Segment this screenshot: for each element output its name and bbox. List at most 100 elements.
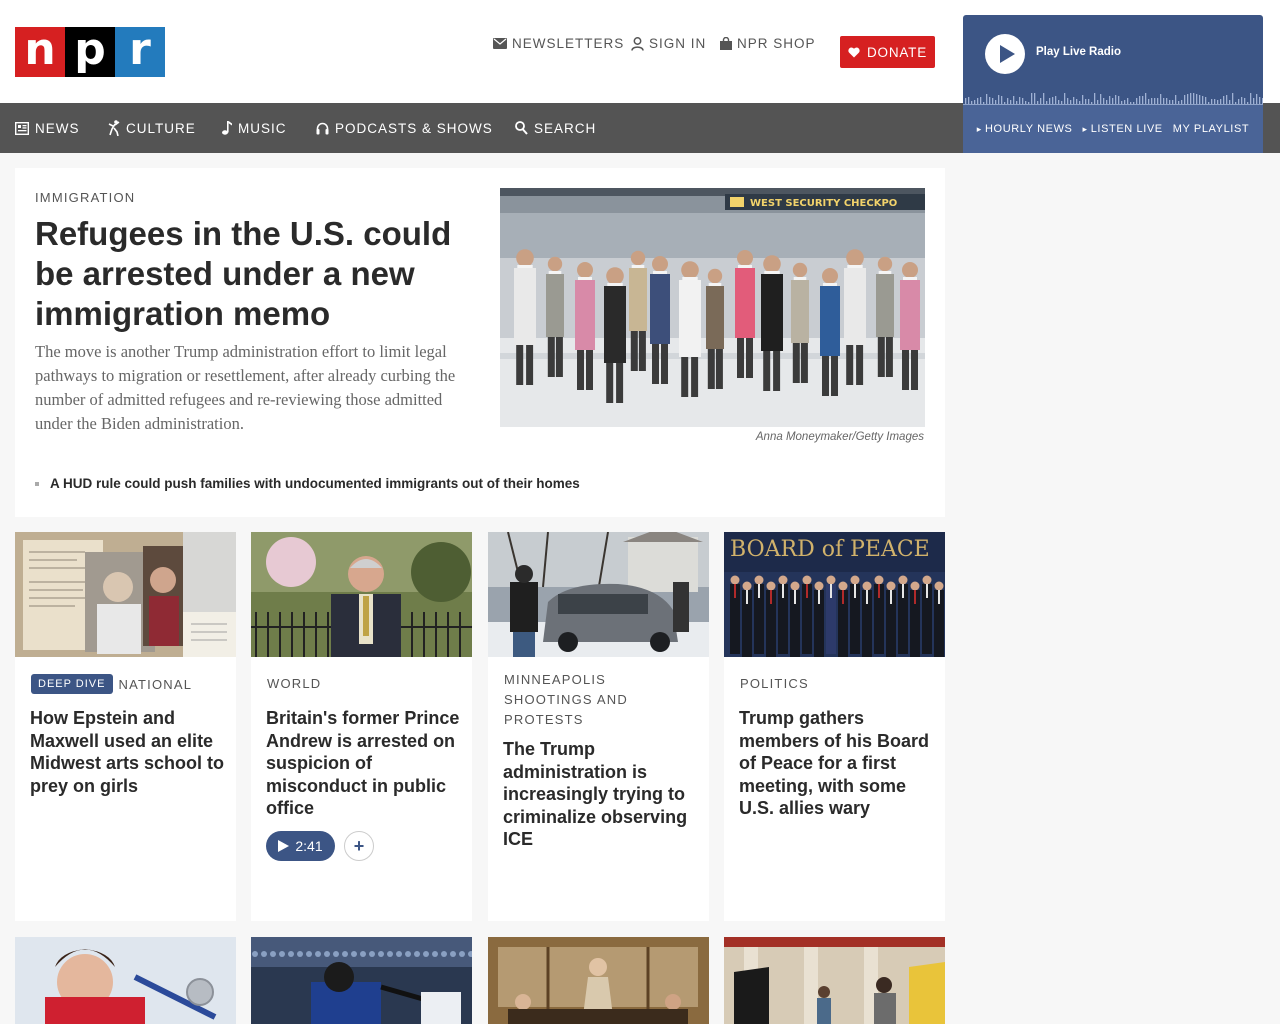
wave-bar	[977, 98, 979, 104]
person-leg	[681, 357, 689, 397]
nav-news[interactable]: NEWS	[15, 103, 80, 153]
person-head	[763, 255, 781, 273]
person-body	[604, 286, 626, 363]
person-head	[822, 268, 838, 284]
figure-tie	[878, 584, 880, 598]
audio-waveform	[963, 93, 1263, 105]
figure-tie	[782, 584, 784, 598]
wave-bar	[968, 97, 970, 104]
wave-bar	[971, 101, 973, 104]
wave-bar	[1250, 93, 1252, 104]
story-kicker[interactable]: WORLD	[267, 676, 321, 691]
wave-bar	[989, 97, 991, 104]
feature-kicker[interactable]: IMMIGRATION	[35, 190, 135, 205]
story-card[interactable]	[488, 937, 709, 1024]
wave-bar	[1169, 100, 1171, 104]
nav-search[interactable]: SEARCH	[515, 103, 596, 153]
sign-in-link[interactable]: SIGN IN	[631, 36, 706, 51]
person-body	[820, 286, 840, 356]
figure-tie	[938, 590, 940, 604]
hourly-news-link[interactable]: HOURLY NEWS	[977, 123, 1073, 135]
skater-medal-image	[15, 937, 236, 1024]
person-head	[606, 267, 624, 285]
wave-bar	[1238, 99, 1240, 104]
person-leg	[707, 349, 715, 389]
crowd-dot	[252, 951, 258, 957]
wave-bar	[1148, 99, 1150, 104]
crowd-dot	[279, 951, 285, 957]
person-leg	[555, 337, 563, 377]
story-headline[interactable]: The Trump administration is increasingly…	[503, 738, 698, 851]
wave-bar	[1130, 102, 1132, 104]
wave-bar	[1016, 101, 1018, 104]
person-body	[900, 280, 920, 350]
npr-shop-link[interactable]: NPR SHOP	[720, 36, 816, 51]
story-headline[interactable]: How Epstein and Maxwell used an elite Mi…	[30, 707, 225, 797]
story-card[interactable]	[724, 937, 945, 1024]
hockey-image	[251, 937, 472, 1024]
plus-icon: +	[353, 835, 365, 856]
play-audio-button[interactable]: 2:41	[266, 831, 335, 861]
wave-bar	[1052, 97, 1054, 104]
fashion-show-image	[488, 937, 709, 1024]
person-body	[679, 280, 701, 357]
person-leg	[737, 338, 744, 378]
story-card[interactable]: DEEP DIVE NATIONAL How Epstein and Maxwel…	[15, 532, 236, 921]
story-card[interactable]	[251, 937, 472, 1024]
my-playlist-link[interactable]: MY PLAYLIST	[1173, 123, 1250, 135]
story-kicker[interactable]: NATIONAL	[119, 677, 193, 692]
nav-podcasts[interactable]: PODCASTS & SHOWS	[316, 103, 493, 153]
nav-music[interactable]: MUSIC	[222, 103, 287, 153]
person-head	[577, 262, 593, 278]
wave-bar	[1133, 102, 1135, 104]
person-leg	[877, 337, 885, 377]
play-icon[interactable]	[985, 34, 1025, 74]
story-card[interactable]	[15, 937, 236, 1024]
donate-button[interactable]: DONATE	[840, 36, 935, 68]
add-to-playlist-button[interactable]: +	[344, 831, 374, 861]
story-kicker[interactable]: POLITICS	[740, 676, 809, 691]
story-card[interactable]: MINNEAPOLIS SHOOTINGS AND PROTESTS The T…	[488, 532, 709, 921]
person-leg	[822, 356, 829, 396]
wave-bar	[1070, 100, 1072, 104]
music-note-icon	[222, 121, 232, 135]
figure-head	[814, 581, 824, 591]
figure-tie	[758, 584, 760, 598]
wave-bar	[1205, 97, 1207, 104]
story-headline[interactable]: Trump gathers members of his Board of Pe…	[739, 707, 934, 820]
crowd-dot	[459, 951, 465, 957]
story-card[interactable]: BOARD of PEACE POLITICS Trump gathers me…	[724, 532, 945, 921]
npr-logo[interactable]: n p r	[15, 27, 165, 77]
newsletters-link[interactable]: NEWSLETTERS	[493, 36, 624, 51]
street-scene-image	[488, 532, 709, 657]
collage-image	[15, 532, 236, 657]
nav-podcasts-label: PODCASTS & SHOWS	[335, 120, 493, 136]
story-kicker[interactable]: MINNEAPOLIS SHOOTINGS AND PROTESTS	[504, 672, 628, 727]
wave-bar	[1151, 98, 1153, 104]
figure-tie	[866, 590, 868, 604]
feature-photo[interactable]: WEST SECURITY CHECKPO	[500, 188, 925, 427]
wave-bar	[1139, 96, 1141, 104]
wave-bar	[980, 97, 982, 104]
person-leg	[526, 345, 534, 385]
wave-bar	[1256, 94, 1258, 104]
story-card[interactable]: WORLD Britain's former Prince Andrew is …	[251, 532, 472, 921]
related-story-link[interactable]: A HUD rule could push families with undo…	[35, 476, 580, 491]
figure-tie	[854, 584, 856, 598]
wave-bar	[1181, 100, 1183, 104]
story-headline[interactable]: Britain's former Prince Andrew is arrest…	[266, 707, 461, 820]
wave-bar	[1208, 102, 1210, 104]
play-live-radio-label[interactable]: Play Live Radio	[1036, 46, 1121, 58]
figure-tie	[926, 584, 928, 598]
person-leg	[773, 351, 781, 391]
wave-bar	[1157, 98, 1159, 104]
nav-culture[interactable]: CULTURE	[108, 103, 196, 153]
wave-bar	[1124, 100, 1126, 104]
wave-bar	[1085, 99, 1087, 104]
person-head	[547, 256, 563, 272]
wave-bar	[1079, 101, 1081, 104]
listen-live-link[interactable]: LISTEN LIVE	[1082, 123, 1162, 135]
crowd-dot	[306, 951, 312, 957]
board-of-peace-sign: BOARD of PEACE	[730, 537, 930, 562]
wave-bar	[1223, 96, 1225, 104]
